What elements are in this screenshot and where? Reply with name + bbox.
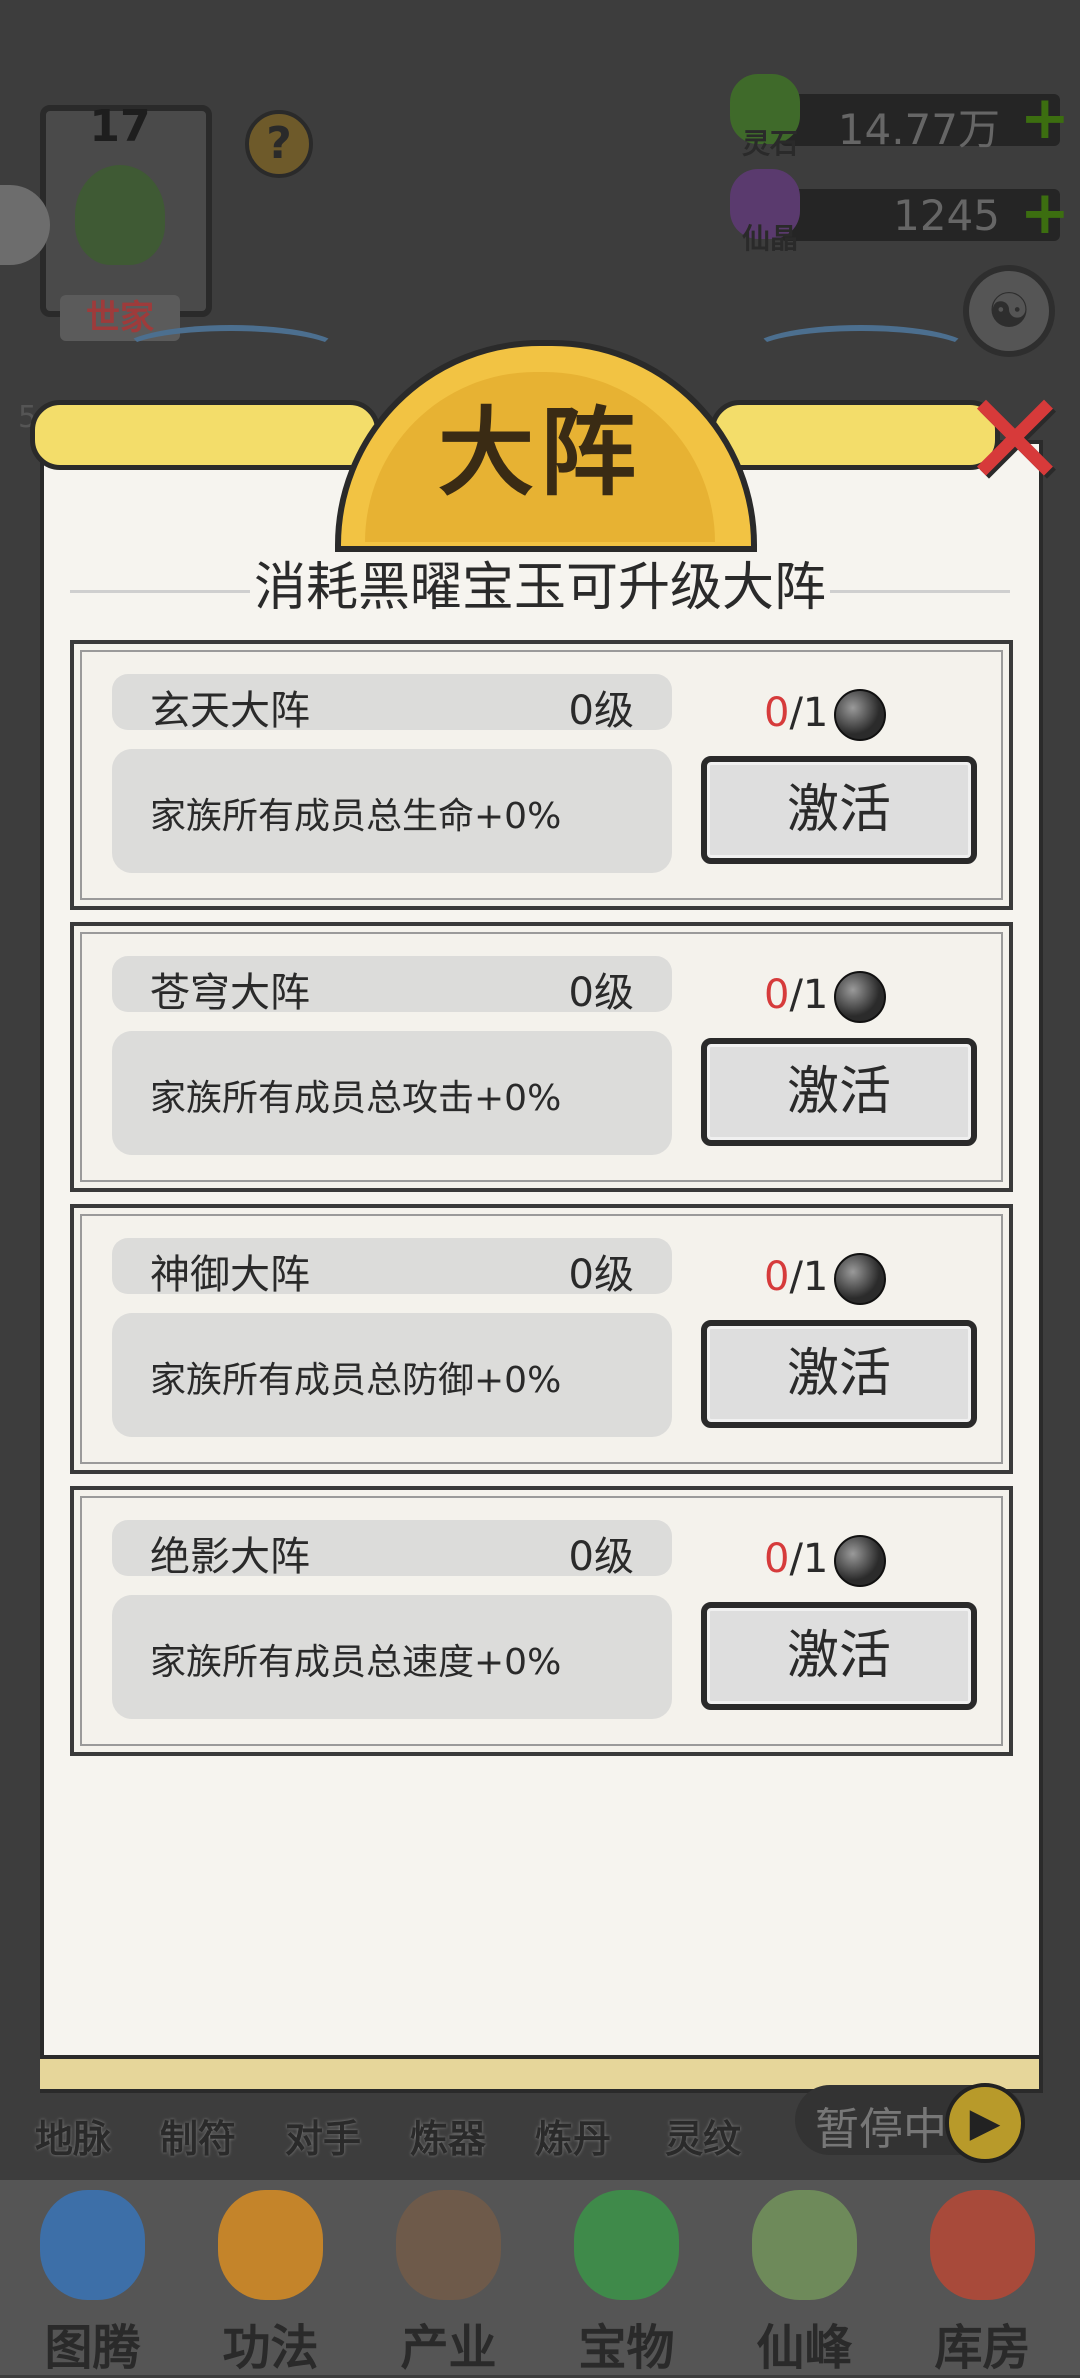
technique-icon [218, 2190, 323, 2300]
pause-button[interactable]: 暂停中 ▶ [795, 2083, 1025, 2163]
formation-effect: 家族所有成员总防御+0% [112, 1313, 672, 1437]
dialog-subtitle: 消耗黑曜宝玉可升级大阵 [253, 558, 826, 618]
cost-have: 0 [764, 690, 790, 736]
nav-label: 产业 [400, 2320, 497, 2376]
formation-header: 玄天大阵 0级 [112, 674, 672, 734]
nav-label: 宝物 [578, 2320, 675, 2376]
sub-nav-item[interactable]: 制符 [160, 2108, 236, 2163]
formation-header: 神御大阵 0级 [112, 1238, 672, 1298]
nav-tab-mountain[interactable]: 仙峰 [717, 2180, 892, 2376]
resource-immortal-crystal: 仙晶 1245 + [730, 169, 1070, 255]
formation-card: 神御大阵 0级 家族所有成员总防御+0% 0/1 激活 [70, 1204, 1013, 1474]
activate-button[interactable]: 激活 [701, 1602, 977, 1710]
nav-label: 图腾 [44, 2320, 141, 2376]
formation-effect: 家族所有成员总生命+0% [112, 749, 672, 873]
resource-value: 1245 [893, 191, 1000, 240]
formation-level: 0级 [568, 1252, 634, 1298]
nav-label: 仙峰 [756, 2320, 853, 2376]
formation-effect-text: 家族所有成员总攻击+0% [150, 1078, 562, 1119]
formation-card: 绝影大阵 0级 家族所有成员总速度+0% 0/1 激活 [70, 1486, 1013, 1756]
resource-label: 灵石 [741, 127, 798, 160]
question-icon[interactable]: ? [245, 110, 313, 178]
formation-cost: 0/1 [764, 689, 887, 741]
activate-button[interactable]: 激活 [701, 1320, 977, 1428]
formation-name: 玄天大阵 [150, 688, 310, 734]
clan-badge[interactable]: 17 世家 [20, 95, 220, 365]
formation-cost: 0/1 [764, 971, 887, 1023]
nav-tab-industry[interactable]: 产业 [361, 2180, 536, 2376]
formation-card: 玄天大阵 0级 家族所有成员总生命+0% 0/1 激活 [70, 640, 1013, 910]
clan-level: 17 [89, 101, 151, 152]
mountain-icon [752, 2190, 857, 2300]
cost-need: /1 [789, 690, 829, 736]
main-nav: 图腾 功法 产业 宝物 仙峰 库房 [0, 2180, 1080, 2376]
resource-value: 14.77万 [837, 105, 1000, 154]
settings-gear-icon[interactable]: ☯ [963, 265, 1055, 357]
close-button[interactable]: ✕ [960, 364, 1070, 516]
cost-have: 0 [764, 972, 790, 1018]
resource-spirit-stone: 灵石 14.77万 + [730, 74, 1070, 160]
cloud-swirl-right [750, 325, 972, 377]
ribbon-right [710, 400, 1000, 470]
cost-have: 0 [764, 1536, 790, 1582]
activate-button[interactable]: 激活 [701, 756, 977, 864]
formation-header: 绝影大阵 0级 [112, 1520, 672, 1580]
ribbon-left [30, 400, 380, 470]
formation-effect-text: 家族所有成员总生命+0% [150, 796, 562, 837]
storage-bag-icon [930, 2190, 1035, 2300]
totem-icon [40, 2190, 145, 2300]
nav-tab-treasure[interactable]: 宝物 [539, 2180, 714, 2376]
nav-label: 功法 [222, 2320, 319, 2376]
close-x-icon: ✕ [960, 364, 1070, 516]
formation-effect: 家族所有成员总攻击+0% [112, 1031, 672, 1155]
formation-effect-text: 家族所有成员总速度+0% [150, 1642, 562, 1683]
industry-icon [396, 2190, 501, 2300]
add-immortal-crystal-button[interactable]: + [1020, 183, 1070, 243]
cloud-swirl-left [120, 325, 342, 377]
nav-tab-totem[interactable]: 图腾 [5, 2180, 180, 2376]
obsidian-jade-icon [834, 1253, 887, 1305]
pause-label: 暂停中 [815, 2104, 947, 2155]
formation-effect-text: 家族所有成员总防御+0% [150, 1360, 562, 1401]
nav-label: 库房 [934, 2320, 1031, 2376]
formation-name: 绝影大阵 [150, 1534, 310, 1580]
resource-label: 仙晶 [741, 222, 798, 255]
activate-button[interactable]: 激活 [701, 1038, 977, 1146]
tree-icon [75, 165, 165, 265]
sub-nav-item[interactable]: 灵纹 [665, 2108, 741, 2163]
formation-card: 苍穹大阵 0级 家族所有成员总攻击+0% 0/1 激活 [70, 922, 1013, 1192]
cost-need: /1 [789, 1536, 829, 1582]
cost-need: /1 [789, 1254, 829, 1300]
nav-tab-technique[interactable]: 功法 [183, 2180, 358, 2376]
obsidian-jade-icon [834, 689, 887, 741]
formation-header: 苍穹大阵 0级 [112, 956, 672, 1016]
add-spirit-stone-button[interactable]: + [1020, 88, 1070, 148]
sub-nav-item[interactable]: 炼器 [410, 2108, 486, 2163]
formation-cost: 0/1 [764, 1253, 887, 1305]
sub-nav-item[interactable]: 对手 [285, 2108, 361, 2163]
formation-name: 神御大阵 [150, 1252, 310, 1298]
play-icon: ▶ [945, 2083, 1025, 2163]
cost-need: /1 [789, 972, 829, 1018]
formation-effect: 家族所有成员总速度+0% [112, 1595, 672, 1719]
sub-nav-item[interactable]: 炼丹 [535, 2108, 611, 2163]
obsidian-jade-icon [834, 1535, 887, 1587]
formation-level: 0级 [568, 1534, 634, 1580]
formation-name: 苍穹大阵 [150, 970, 310, 1016]
sub-nav-item[interactable]: 地脉 [35, 2108, 111, 2163]
cost-have: 0 [764, 1254, 790, 1300]
dialog-title: 大阵 [438, 397, 642, 509]
nav-tab-storage[interactable]: 库房 [895, 2180, 1070, 2376]
treasure-icon [574, 2190, 679, 2300]
obsidian-jade-icon [834, 971, 887, 1023]
formation-level: 0级 [568, 970, 634, 1016]
formation-level: 0级 [568, 688, 634, 734]
formation-cost: 0/1 [764, 1535, 887, 1587]
